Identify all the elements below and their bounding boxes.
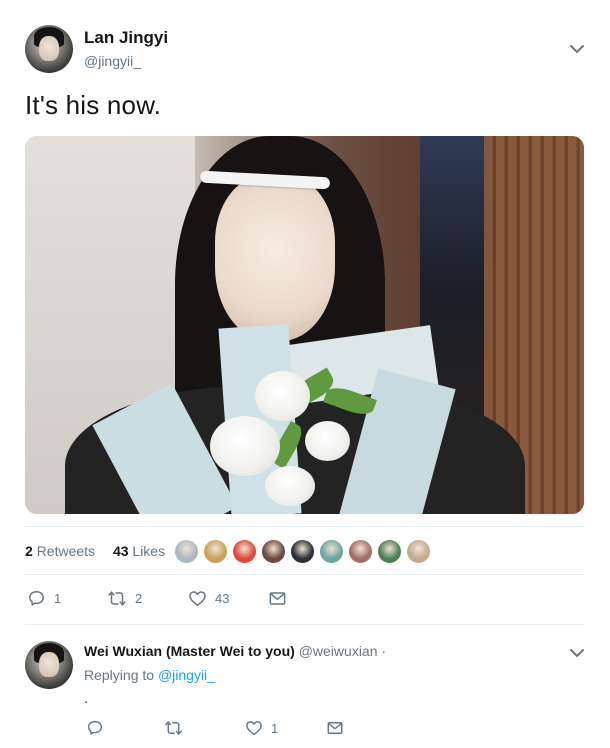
retweets-stat[interactable]: 2 Retweets	[25, 543, 95, 559]
chevron-down-icon[interactable]	[568, 644, 586, 662]
reply-count: 1	[54, 591, 62, 606]
liker-avatar[interactable]	[174, 539, 199, 564]
engagement-stats: 2 Retweets 43 Likes	[25, 543, 179, 559]
divider	[25, 574, 585, 575]
liker-avatar[interactable]	[348, 539, 373, 564]
retweet-button[interactable]	[164, 719, 191, 737]
like-count: 1	[271, 720, 279, 736]
heart-icon	[189, 591, 206, 606]
reply-header: Wei Wuxian (Master Wei to you) @weiwuxia…	[84, 643, 386, 659]
tweet-text: It's his now.	[25, 90, 162, 120]
retweet-icon	[108, 591, 126, 606]
like-count: 43	[215, 591, 230, 606]
replying-to-label: Replying to	[84, 667, 155, 683]
retweet-icon	[165, 721, 182, 735]
reply-button[interactable]	[86, 719, 112, 737]
liker-avatar[interactable]	[232, 539, 257, 564]
reply-author-handle[interactable]: @weiwuxian	[299, 643, 378, 659]
author-name[interactable]: Lan Jingyi	[84, 28, 168, 48]
envelope-icon	[269, 592, 286, 605]
like-button[interactable]: 43	[188, 589, 229, 608]
reply-text: .	[84, 690, 88, 706]
reply-actions: 1	[84, 719, 584, 743]
reply-author-name[interactable]: Wei Wuxian (Master Wei to you)	[84, 643, 295, 659]
reply-icon	[87, 720, 103, 735]
direct-message-button[interactable]	[326, 719, 344, 737]
liker-avatar[interactable]	[203, 539, 228, 564]
author-handle[interactable]: @jingyii_	[84, 53, 141, 69]
chevron-down-icon[interactable]	[568, 40, 586, 58]
divider	[25, 624, 585, 625]
like-button[interactable]: 1	[245, 719, 278, 737]
liker-avatar[interactable]	[290, 539, 315, 564]
liker-avatar[interactable]	[406, 539, 431, 564]
tweet-photo[interactable]	[25, 136, 584, 514]
reply-button[interactable]: 1	[27, 589, 61, 608]
divider	[25, 526, 585, 527]
envelope-icon	[327, 722, 343, 734]
heart-icon	[246, 721, 262, 736]
reply-author-avatar[interactable]	[25, 641, 73, 689]
retweet-button[interactable]: 2	[107, 589, 142, 608]
liker-avatar[interactable]	[377, 539, 402, 564]
liker-avatar[interactable]	[319, 539, 344, 564]
separator-dot: ·	[381, 643, 387, 659]
likes-stat[interactable]: 43 Likes	[113, 543, 165, 559]
liker-avatar[interactable]	[261, 539, 286, 564]
replying-to-link[interactable]: @jingyii_	[158, 667, 215, 683]
author-avatar[interactable]	[25, 25, 73, 73]
retweet-count: 2	[135, 591, 143, 606]
direct-message-button[interactable]	[268, 589, 287, 608]
tweet-actions: 1 2 43	[25, 589, 585, 613]
reply-icon	[29, 591, 44, 606]
replying-to: Replying to @jingyii_	[84, 667, 215, 683]
